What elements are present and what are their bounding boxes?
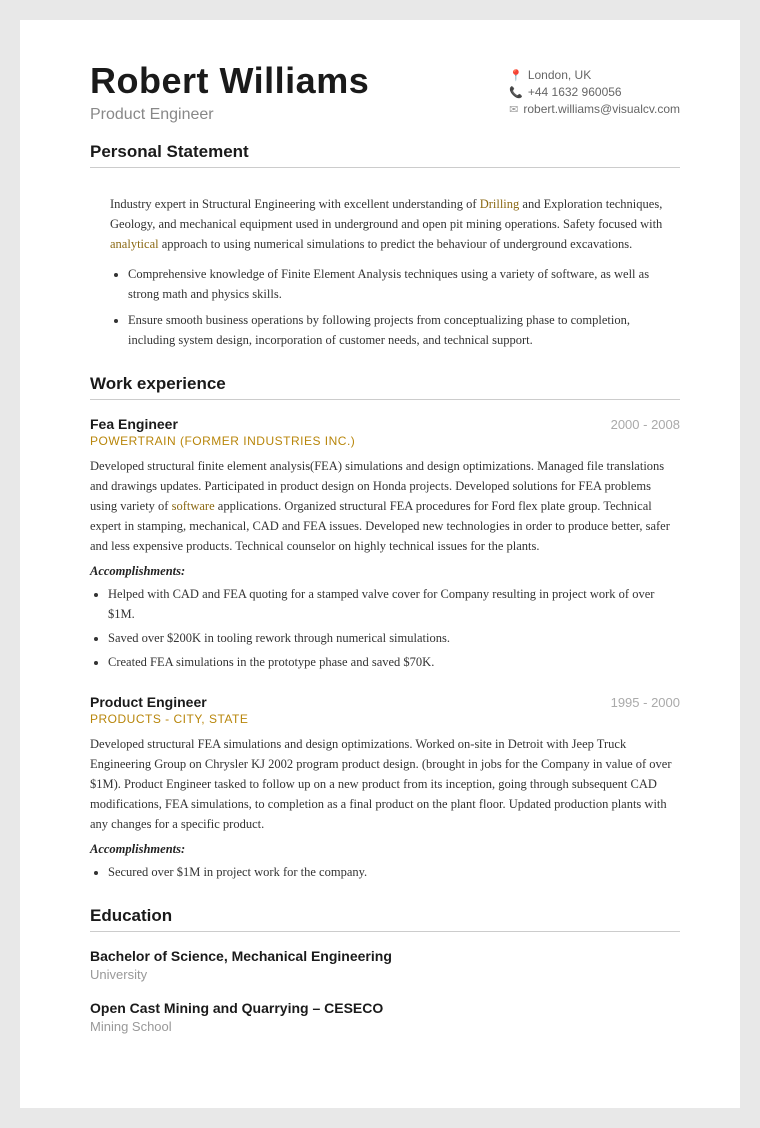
location-icon: 📍 [509,69,523,82]
accomplishment-1-2: Saved over $200K in tooling rework throu… [108,628,680,648]
accomplishment-1-1: Helped with CAD and FEA quoting for a st… [108,584,680,624]
contact-location: 📍 London, UK [509,68,680,82]
company-name-1: POWERTRAIN (FORMER INDUSTRIES INC.) [90,434,680,448]
header-left: Robert Williams Product Engineer [90,60,369,124]
contact-email: ✉ robert.williams@visualcv.com [509,102,680,116]
edu-degree-1: Bachelor of Science, Mechanical Engineer… [90,948,680,964]
contact-info: 📍 London, UK 📞 +44 1632 960056 ✉ robert.… [509,60,680,119]
ps-bullet-2: Ensure smooth business operations by fol… [128,310,680,350]
accomplishments-list-1: Helped with CAD and FEA quoting for a st… [90,584,680,672]
email-text: robert.williams@visualcv.com [523,102,680,116]
job-header-1: Fea Engineer 2000 - 2008 [90,416,680,432]
ps-intro-text: Industry expert in Structural Engineerin… [110,197,662,251]
accomplishment-2-1: Secured over $1M in project work for the… [108,862,680,882]
accomplishments-label-1: Accomplishments: [90,564,680,579]
job-title-1: Fea Engineer [90,416,178,432]
work-experience-section: Work experience Fea Engineer 2000 - 2008… [90,374,680,882]
job-title-2: Product Engineer [90,694,207,710]
edu-degree-2: Open Cast Mining and Quarrying – CESECO [90,1000,680,1016]
phone-text: +44 1632 960056 [528,85,622,99]
edu-school-1: University [90,967,680,982]
candidate-title: Product Engineer [90,106,369,124]
job-desc-2: Developed structural FEA simulations and… [90,734,680,834]
edu-item-2: Open Cast Mining and Quarrying – CESECO … [90,1000,680,1034]
job-header-2: Product Engineer 1995 - 2000 [90,694,680,710]
job-item-1: Fea Engineer 2000 - 2008 POWERTRAIN (FOR… [90,416,680,672]
personal-statement-section: Personal Statement Industry expert in St… [90,142,680,350]
contact-phone: 📞 +44 1632 960056 [509,85,680,99]
job-desc-1: Developed structural finite element anal… [90,456,680,556]
accomplishments-label-2: Accomplishments: [90,842,680,857]
job-dates-2: 1995 - 2000 [611,695,680,710]
job-item-2: Product Engineer 1995 - 2000 PRODUCTS - … [90,694,680,882]
personal-statement-content: Industry expert in Structural Engineerin… [90,184,680,350]
education-section: Education Bachelor of Science, Mechanica… [90,906,680,1034]
accomplishments-list-2: Secured over $1M in project work for the… [90,862,680,882]
resume-document: Robert Williams Product Engineer 📍 Londo… [20,20,740,1108]
personal-statement-intro: Industry expert in Structural Engineerin… [110,194,680,254]
phone-icon: 📞 [509,86,523,99]
header: Robert Williams Product Engineer 📍 Londo… [90,60,680,124]
work-experience-title: Work experience [90,374,680,400]
candidate-name: Robert Williams [90,60,369,102]
personal-statement-title: Personal Statement [90,142,680,168]
location-text: London, UK [528,68,591,82]
edu-school-2: Mining School [90,1019,680,1034]
email-icon: ✉ [509,103,518,116]
ps-bullet-1: Comprehensive knowledge of Finite Elemen… [128,264,680,304]
education-title: Education [90,906,680,932]
accomplishment-1-3: Created FEA simulations in the prototype… [108,652,680,672]
company-name-2: PRODUCTS - CITY, STATE [90,712,680,726]
personal-statement-list: Comprehensive knowledge of Finite Elemen… [110,264,680,350]
edu-item-1: Bachelor of Science, Mechanical Engineer… [90,948,680,982]
job-dates-1: 2000 - 2008 [611,417,680,432]
